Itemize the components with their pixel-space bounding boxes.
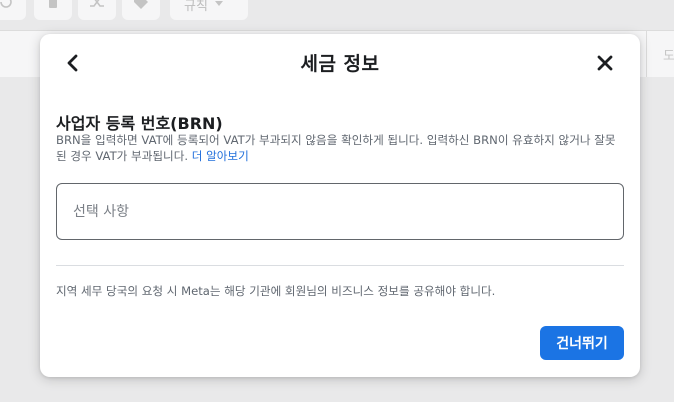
- brn-description-text: BRN을 입력하면 VAT에 등록되어 VAT가 부과되지 않음을 확인하게 됩…: [56, 133, 616, 163]
- close-button[interactable]: [588, 48, 622, 82]
- divider: [56, 265, 624, 266]
- shuffle-icon: [89, 0, 105, 13]
- close-icon: [597, 55, 613, 75]
- rules-label: 규칙: [184, 0, 208, 14]
- background-column-label: 도: [663, 48, 674, 64]
- skip-button[interactable]: 건너뛰기: [540, 326, 624, 360]
- page: 규칙 도 세금 정보 사업자 등록 번호(BRN) BRN을 입력하면 VAT에…: [0, 0, 674, 402]
- dialog-header: 세금 정보: [40, 34, 640, 92]
- tag-button: [122, 0, 160, 20]
- privacy-notice: 지역 세무 당국의 요청 시 Meta는 해당 기관에 회원님의 비즈니스 정보…: [56, 284, 496, 298]
- background-toolbar: 규칙: [0, 0, 674, 30]
- delete-button: [34, 0, 72, 20]
- rules-button: 규칙: [170, 0, 248, 20]
- brn-input[interactable]: [56, 183, 624, 240]
- undo-icon: [0, 0, 14, 14]
- dialog-title: 세금 정보: [300, 53, 380, 75]
- trash-icon: [46, 0, 60, 13]
- tag-icon: [133, 0, 149, 14]
- caret-down-icon: [214, 0, 224, 12]
- brn-section-title: 사업자 등록 번호(BRN): [56, 114, 223, 133]
- background-column-header: 도: [646, 31, 674, 77]
- brn-description: BRN을 입력하면 VAT에 등록되어 VAT가 부과되지 않음을 확인하게 됩…: [56, 132, 626, 164]
- shuffle-button: [78, 0, 116, 20]
- undo-button: [0, 0, 26, 20]
- learn-more-link[interactable]: 더 알아보기: [192, 149, 249, 163]
- tax-info-dialog: 세금 정보 사업자 등록 번호(BRN) BRN을 입력하면 VAT에 등록되어…: [40, 34, 640, 377]
